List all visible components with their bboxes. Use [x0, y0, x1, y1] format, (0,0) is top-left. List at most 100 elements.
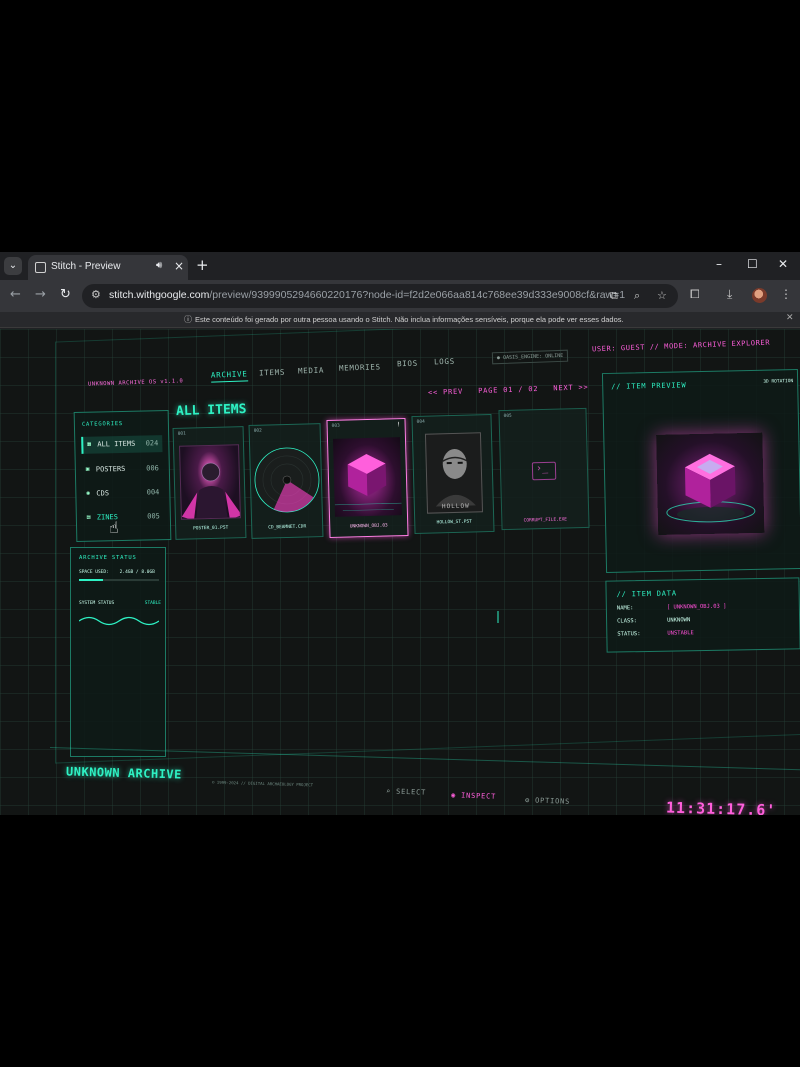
- inspect-label: INSPECT: [460, 791, 497, 801]
- info-message: Este conteúdo foi gerado por outra pesso…: [195, 315, 624, 324]
- menu-kebab-icon[interactable]: ⋮: [780, 287, 792, 301]
- data-row-status: STATUS: UNSTABLE: [617, 630, 694, 637]
- item-card-001[interactable]: 001 POSTER_01.PST: [172, 426, 247, 540]
- minimize-icon[interactable]: –: [716, 257, 722, 271]
- browser-toolbar: ← → ↻ ⚙ stitch.withgoogle.com/preview/93…: [0, 280, 800, 312]
- system-status-value: STABLE: [144, 601, 161, 606]
- poster-art-text: HOLLOW: [441, 502, 470, 511]
- inspect-button[interactable]: ◉ INSPECT: [451, 791, 496, 801]
- category-zines[interactable]: ▤ ZINES 005: [83, 508, 164, 527]
- bookmark-star-icon[interactable]: ☆: [657, 289, 667, 302]
- nav-media[interactable]: MEDIA: [298, 366, 324, 376]
- grid-icon: ▦: [87, 440, 92, 448]
- nav-items[interactable]: ITEMS: [259, 368, 285, 378]
- footer-subtitle: © 1999-2024 // DIGITAL ARCHAEOLOGY PROJE…: [211, 779, 314, 788]
- url-text[interactable]: stitch.withgoogle.com/preview/9399905294…: [109, 289, 625, 301]
- window-close-icon[interactable]: ✕: [778, 257, 788, 271]
- address-bar[interactable]: ⚙ stitch.withgoogle.com/preview/93999052…: [82, 284, 678, 308]
- data-row-class: CLASS: UNKNOWN: [617, 617, 690, 624]
- item-filename: POSTER_01.PST: [193, 525, 229, 532]
- cube-art-image: [332, 437, 402, 517]
- data-value: UNSTABLE: [667, 630, 694, 637]
- audio-playing-icon[interactable]: 🔊︎: [156, 260, 162, 271]
- item-filename: UNKNOWN_OBJ.03: [349, 523, 388, 530]
- cd-disc-graphic: [254, 447, 320, 513]
- category-cds[interactable]: ◉ CDS 004: [82, 484, 163, 503]
- footer-clock: 11:31:17.6': [665, 798, 777, 815]
- tab-bar: ⌄ Stitch - Preview 🔊︎ × + – ☐ ✕: [0, 252, 800, 280]
- zoom-icon[interactable]: ⌕: [634, 289, 640, 303]
- preview-cube-graphic: [666, 453, 756, 523]
- tab-search-button[interactable]: ⌄: [4, 257, 22, 275]
- data-key: STATUS:: [617, 631, 641, 638]
- hollow-poster-image: HOLLOW: [424, 432, 484, 514]
- data-key: CLASS:: [617, 618, 638, 625]
- system-waveform: [79, 616, 159, 626]
- select-icon: ⌕: [385, 787, 392, 796]
- prev-page-button[interactable]: << PREV: [428, 388, 463, 397]
- forward-icon[interactable]: →: [35, 287, 46, 302]
- space-used-row: SPACE USED: 2.4GB / 8.0GB: [79, 570, 155, 575]
- item-filename: CORRUPT_FILE.EXE: [523, 517, 568, 524]
- browser-window: ⌄ Stitch - Preview 🔊︎ × + – ☐ ✕ ← → ↻ ⚙ …: [0, 252, 800, 815]
- back-icon[interactable]: ←: [10, 287, 21, 302]
- download-icon[interactable]: ⤓: [727, 287, 732, 302]
- scroll-marker: [497, 611, 499, 623]
- archive-status-panel: ARCHIVE STATUS SPACE USED: 2.4GB / 8.0GB…: [70, 547, 166, 757]
- gear-icon: ⚙: [524, 796, 531, 805]
- nav-bios[interactable]: BIOS: [397, 359, 418, 369]
- item-card-002[interactable]: 002 CD_BEAMNET.CDR: [248, 423, 324, 539]
- poster-art-image: [179, 444, 241, 520]
- system-status-label: SYSTEM STATUS: [79, 601, 115, 606]
- select-label: SELECT: [395, 787, 427, 797]
- rotation-badge[interactable]: 3D ROTATION: [763, 379, 793, 385]
- info-icon: ⓘ: [184, 315, 192, 324]
- item-preview-panel: // ITEM PREVIEW 3D ROTATION: [601, 368, 800, 574]
- options-button[interactable]: ⚙ OPTIONS: [525, 796, 570, 806]
- tab-close-icon[interactable]: ×: [174, 259, 184, 273]
- extensions-icon[interactable]: ⧠: [690, 287, 700, 302]
- item-number: 004: [416, 419, 425, 425]
- nav-memories[interactable]: MEMORIES: [339, 362, 381, 372]
- nav-archive[interactable]: ARCHIVE: [210, 369, 248, 383]
- item-card-004[interactable]: 004 HOLLOW HOLLOW_ST.PST: [411, 413, 495, 535]
- next-page-button[interactable]: NEXT >>: [553, 383, 588, 392]
- item-filename: HOLLOW_ST.PST: [436, 519, 472, 526]
- item-data-title: // ITEM DATA: [616, 589, 677, 599]
- category-count: 005: [147, 512, 160, 521]
- space-used-fill: [79, 579, 103, 581]
- profile-avatar[interactable]: [752, 288, 767, 303]
- item-preview-title: // ITEM PREVIEW: [611, 381, 687, 391]
- site-info-icon[interactable]: ⚙: [91, 288, 101, 301]
- install-app-icon[interactable]: ⧉: [610, 289, 618, 303]
- data-value: UNKNOWN: [667, 617, 691, 624]
- poster-figure-graphic: [181, 462, 241, 520]
- category-posters[interactable]: ▣ POSTERS 006: [82, 460, 163, 479]
- nav-logs[interactable]: LOGS: [434, 357, 455, 367]
- info-close-icon[interactable]: ✕: [786, 313, 794, 323]
- new-tab-button[interactable]: +: [196, 256, 209, 274]
- reload-icon[interactable]: ↻: [60, 287, 71, 302]
- select-button[interactable]: ⌕ SELECT: [386, 787, 426, 796]
- app-brand: UNKNOWN ARCHIVE OS v1.1.0: [87, 378, 184, 388]
- disc-icon: ◉: [86, 489, 91, 497]
- category-label: POSTERS: [95, 464, 126, 474]
- options-label: OPTIONS: [534, 796, 571, 806]
- data-value: [ UNKNOWN_OBJ.03 ]: [666, 603, 727, 611]
- hand-cursor-icon: ☝: [109, 518, 119, 537]
- user-mode-label: USER: GUEST // MODE: ARCHIVE EXPLORER: [591, 338, 771, 354]
- terminal-icon: ›_: [531, 461, 557, 481]
- item-number: 002: [253, 428, 262, 434]
- engine-status-badge: ● OASIS_ENGINE: ONLINE: [491, 349, 569, 365]
- tab-stitch-preview[interactable]: Stitch - Preview 🔊︎ ×: [28, 255, 188, 280]
- cd-art-image: [252, 441, 322, 519]
- maximize-icon[interactable]: ☐: [747, 257, 758, 271]
- archive-status-title: ARCHIVE STATUS: [79, 555, 137, 561]
- info-bar: ⓘ Este conteúdo foi gerado por outra pes…: [0, 312, 800, 328]
- category-all-items[interactable]: ▦ ALL ITEMS 024: [81, 435, 163, 454]
- poster-icon: ▣: [85, 465, 90, 473]
- item-card-003[interactable]: 003 ! UNKNOWN_OBJ.03: [326, 417, 409, 539]
- item-card-005[interactable]: 005 ›_ CORRUPT_FILE.EXE: [498, 407, 590, 531]
- tab-title: Stitch - Preview: [51, 261, 121, 272]
- zine-icon: ▤: [86, 513, 91, 521]
